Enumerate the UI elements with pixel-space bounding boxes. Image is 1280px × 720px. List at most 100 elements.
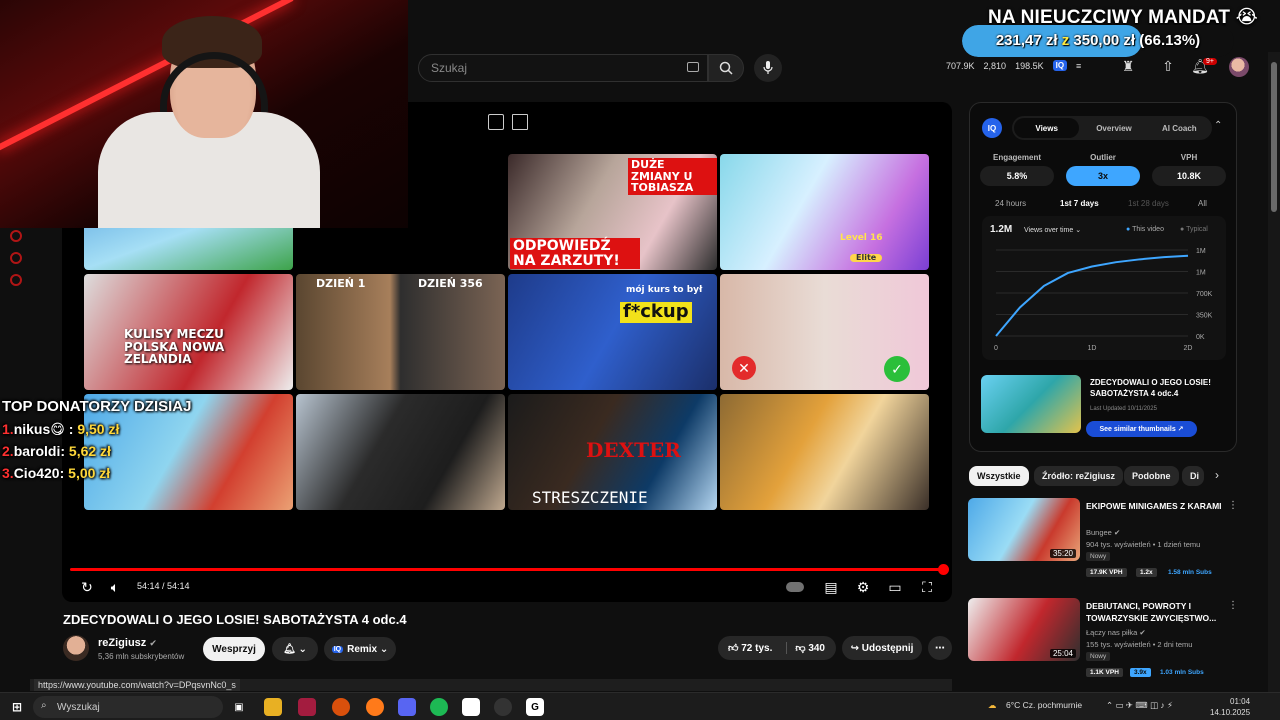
channel-name[interactable]: reZigiusz ✔ (98, 637, 157, 649)
notification-count: 9+ (1203, 58, 1217, 65)
windows-start-icon[interactable]: ⊞ (8, 698, 26, 716)
browser-icon[interactable] (332, 698, 350, 716)
chip-more[interactable]: Di (1182, 466, 1204, 486)
library-icon[interactable] (10, 252, 22, 264)
range-24h[interactable]: 24 hours (995, 199, 1026, 208)
thumbs-up-icon[interactable]: 👍︎ (728, 642, 738, 654)
fullscreen-icon[interactable]: ⛶ (918, 578, 936, 596)
more-icon[interactable]: ⋮ (1228, 600, 1238, 611)
y-tick-label: 1M (1196, 248, 1206, 255)
upload-icon[interactable]: ⇧ (1158, 56, 1178, 76)
end-screen-card[interactable]: Level 16 Elite (720, 154, 929, 270)
search-button[interactable] (708, 54, 744, 82)
stat-subs: 198.5K (1015, 60, 1044, 71)
range-28d[interactable]: 1st 28 days (1128, 199, 1169, 208)
x-tick-label: 0 (994, 345, 998, 352)
video-title[interactable]: DEBIUTANCI, POWROTY I TOWARZYSKIE ZWYCIĘ… (1086, 600, 1226, 624)
scrollbar-thumb[interactable] (1271, 62, 1277, 212)
taskbar-search[interactable]: ⌕ Wyszukaj (33, 696, 223, 718)
video-thumbnail[interactable]: 35:20 (968, 498, 1080, 561)
multiplier-badge: 3.9x (1130, 668, 1151, 677)
firefox-icon[interactable] (366, 698, 384, 716)
iq-logo: IQ (982, 118, 1002, 138)
theater-mode-icon[interactable]: ▭ (886, 578, 904, 596)
end-screen-card[interactable]: KULISY MECZU POLSKA NOWA ZELANDIA (84, 274, 293, 390)
search-input[interactable]: Szukaj (418, 54, 708, 82)
obs-icon[interactable] (494, 698, 512, 716)
end-screen-card[interactable] (720, 394, 929, 510)
similar-title: ZDECYDOWALI O JEGO LOSIE! SABOTAŻYSTA 4 … (1090, 378, 1211, 398)
channel-name[interactable]: Łączy nas piłka ✔ (1086, 628, 1146, 637)
video-title[interactable]: EKIPOWE MINIGAMES Z KARAMI (1086, 500, 1226, 512)
similar-thumbnail[interactable] (981, 375, 1081, 433)
app-icon[interactable]: G (526, 698, 544, 716)
notification-bell-button[interactable]: 🔔︎ ⌄ (272, 637, 318, 661)
account-avatar[interactable] (1229, 57, 1249, 77)
voice-search-button[interactable] (754, 54, 782, 82)
end-screen-card[interactable]: mój kurs to był f*ckup (508, 274, 717, 390)
list-icon[interactable]: ≡ (1076, 61, 1081, 71)
progress-bar[interactable] (70, 564, 949, 575)
settings-icon[interactable] (10, 274, 22, 286)
end-screen-card[interactable]: DZIEŃ 1 DZIEŃ 356 (296, 274, 505, 390)
y-tick-label: 1M (1196, 270, 1206, 277)
weather-text[interactable]: 6°C Cz. pochmurnie (1006, 700, 1082, 710)
keyboard-icon[interactable] (687, 62, 699, 72)
collapse-chevron-icon[interactable]: ⌃ (1214, 120, 1222, 131)
support-button[interactable]: Wesprzyj (203, 637, 265, 661)
video-thumbnail[interactable]: 25:04 (968, 598, 1080, 661)
time-display: 54:14 / 54:14 (137, 581, 190, 591)
tab-views[interactable]: Views (1014, 118, 1080, 138)
more-actions-button[interactable]: ⋯ (928, 636, 952, 660)
app-icon[interactable] (298, 698, 316, 716)
exit-icon[interactable] (512, 114, 528, 130)
autoplay-toggle[interactable] (786, 578, 804, 596)
player-controls: ↻ 🔈︎ 54:14 / 54:14 ▤ ⚙ ▭ ⛶ (62, 574, 952, 602)
tab-ai-coach[interactable]: AI Coach (1147, 116, 1212, 140)
see-similar-thumbnails-button[interactable]: See similar thumbnails ↗ (1086, 421, 1197, 437)
engagement-value: 5.8% (980, 166, 1054, 186)
miniplayer-icon[interactable] (488, 114, 504, 130)
recommended-video[interactable]: 35:20 EKIPOWE MINIGAMES Z KARAMI Bungee … (968, 498, 1268, 578)
channel-name[interactable]: Bungee ✔ (1086, 528, 1120, 537)
thumbs-down-icon[interactable]: 👎︎ (786, 642, 806, 654)
app-icon[interactable] (462, 698, 480, 716)
settings-gear-icon[interactable]: ⚙ (854, 578, 872, 596)
remix-button[interactable]: IQ Remix ⌄ (324, 637, 396, 661)
end-screen-card[interactable] (296, 394, 505, 510)
discord-icon[interactable] (398, 698, 416, 716)
end-screen-card[interactable]: ✕ ✓ (720, 274, 929, 390)
search-placeholder: Szukaj (431, 61, 468, 75)
more-icon[interactable]: ⋮ (1228, 500, 1238, 511)
volume-icon[interactable]: 🔈︎ (106, 578, 124, 596)
metric-label: Outlier (1090, 153, 1116, 162)
end-screen-card[interactable]: DEXTER STRESZCZENIE (508, 394, 717, 510)
recommended-video[interactable]: 25:04 DEBIUTANCI, POWROTY I TOWARZYSKIE … (968, 598, 1268, 678)
metric-label: Engagement (992, 153, 1041, 162)
range-7d[interactable]: 1st 7 days (1060, 199, 1099, 208)
chevron-right-icon[interactable]: › (1215, 468, 1219, 482)
taskbar-clock[interactable]: 01:04 14.10.2025 (1210, 696, 1250, 718)
channel-avatar[interactable] (63, 635, 89, 661)
chip-source[interactable]: Źródło: reZigiusz (1034, 466, 1123, 486)
search-bar: Szukaj (418, 54, 782, 82)
task-view-icon[interactable]: ▣ (230, 698, 248, 716)
tray-icons[interactable]: ⌃ ▭ ✈ ⌨ ◫ ♪ ⚡ (1106, 700, 1173, 711)
end-screen-card[interactable]: DUŻE ZMIANY U TOBIASZA ODPOWIEDŹ NA ZARZ… (508, 154, 717, 270)
history-icon[interactable] (10, 230, 22, 242)
chip-similar[interactable]: Podobne (1124, 466, 1179, 486)
like-dislike-group[interactable]: 👍︎ 72 tys. 👎︎ 340 (718, 636, 836, 660)
chip-all[interactable]: Wszystkie (969, 466, 1029, 486)
channel-stats: 707.9K 2,810 198.5K IQ ≡ (946, 60, 1081, 71)
range-all[interactable]: All (1198, 199, 1207, 208)
tab-overview[interactable]: Overview (1081, 116, 1146, 140)
iq-extension-icon[interactable]: IQ (1052, 60, 1068, 71)
spotify-icon[interactable] (430, 698, 448, 716)
share-button[interactable]: ↪ Udostępnij (842, 636, 922, 660)
subtitles-icon[interactable]: ▤ (822, 578, 840, 596)
extension-icon[interactable]: ♜ (1118, 56, 1138, 76)
outlier-value: 3x (1066, 166, 1140, 186)
replay-icon[interactable]: ↻ (78, 578, 96, 596)
file-explorer-icon[interactable] (264, 698, 282, 716)
chevron-down-icon: ⌄ (379, 643, 389, 655)
